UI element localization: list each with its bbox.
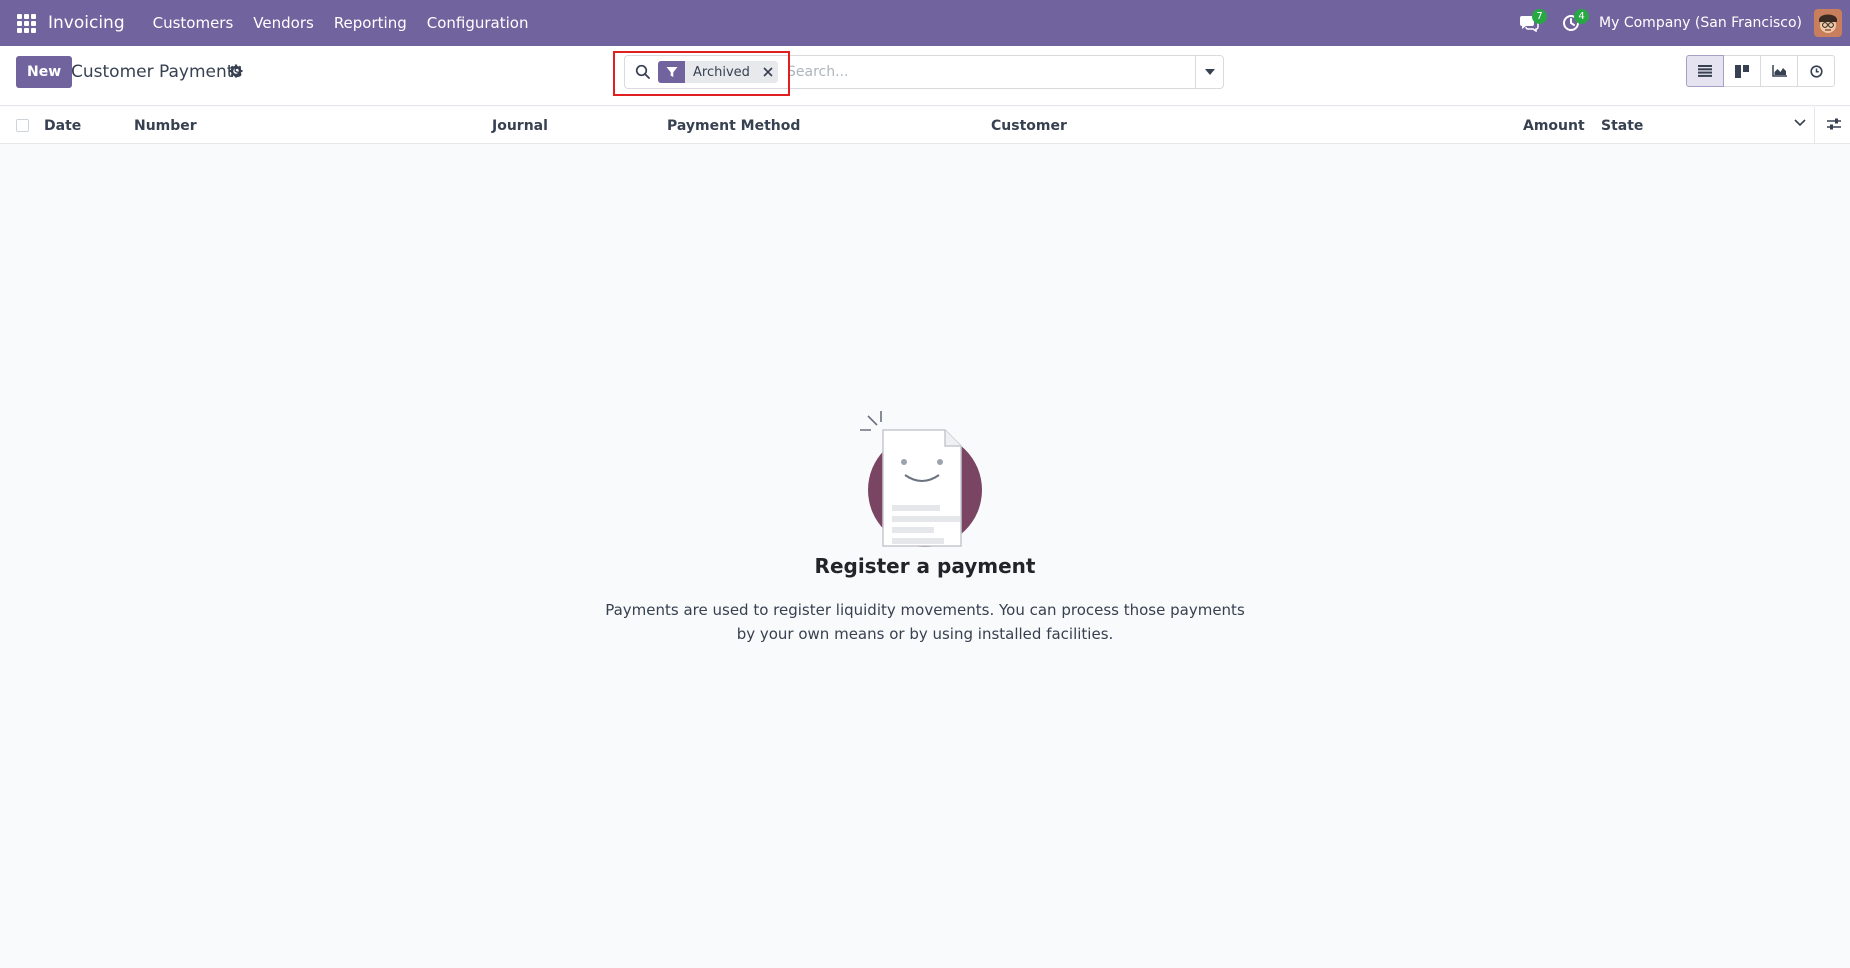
- kanban-view-button[interactable]: [1723, 55, 1761, 87]
- new-button[interactable]: New: [16, 56, 73, 88]
- messages-badge: 7: [1532, 9, 1548, 24]
- empty-state-text: Payments are used to register liquidity …: [600, 598, 1250, 646]
- area-chart-icon: [1771, 65, 1787, 77]
- clock-icon: [1809, 64, 1823, 78]
- app-name[interactable]: Invoicing: [48, 13, 125, 33]
- menu-configuration[interactable]: Configuration: [417, 14, 539, 32]
- company-switcher[interactable]: My Company (San Francisco): [1599, 15, 1802, 31]
- column-date[interactable]: Date: [44, 118, 81, 134]
- empty-payment-illustration: [860, 411, 982, 547]
- search-input[interactable]: [787, 61, 1197, 83]
- apps-menu-icon[interactable]: [17, 13, 37, 33]
- column-state[interactable]: State: [1601, 118, 1643, 134]
- avatar-icon: [1814, 9, 1842, 37]
- view-switcher: [1686, 55, 1835, 87]
- select-all-checkbox[interactable]: [16, 119, 29, 132]
- column-divider: [1814, 107, 1815, 144]
- list-header: Date Number Journal Payment Method Custo…: [0, 107, 1850, 144]
- empty-state-line-2: by your own means or by using installed …: [736, 625, 1114, 643]
- activity-view-button[interactable]: [1797, 55, 1835, 87]
- column-customer[interactable]: Customer: [991, 118, 1067, 134]
- facet-label: Archived: [693, 64, 750, 80]
- messages-button[interactable]: 7: [1515, 9, 1548, 37]
- column-payment-method[interactable]: Payment Method: [667, 118, 800, 134]
- column-journal[interactable]: Journal: [492, 118, 548, 134]
- menu-customers[interactable]: Customers: [143, 14, 244, 32]
- empty-state-line-1: Payments are used to register liquidity …: [605, 601, 1245, 619]
- column-number[interactable]: Number: [134, 118, 197, 134]
- search-icon[interactable]: [635, 64, 651, 80]
- menu-reporting[interactable]: Reporting: [324, 14, 417, 32]
- page-title: Customer Payments: [71, 62, 243, 82]
- caret-down-icon: [1204, 69, 1215, 75]
- list-icon: [1698, 65, 1712, 77]
- activities-badge: 4: [1574, 9, 1590, 24]
- list-view-button[interactable]: [1686, 55, 1724, 87]
- chevron-down-icon[interactable]: [1794, 119, 1806, 127]
- top-navbar: Invoicing Customers Vendors Reporting Co…: [0, 0, 1850, 46]
- filter-facet: Archived: [658, 61, 778, 83]
- control-panel: New Customer Payments Archived: [0, 46, 1850, 106]
- menu-vendors[interactable]: Vendors: [243, 14, 324, 32]
- user-avatar[interactable]: [1814, 9, 1842, 37]
- kanban-icon: [1735, 64, 1749, 78]
- search-options-toggle[interactable]: [1195, 56, 1223, 88]
- gear-icon[interactable]: [229, 64, 243, 78]
- optional-columns-icon[interactable]: [1826, 117, 1842, 131]
- column-amount[interactable]: Amount: [1523, 118, 1585, 134]
- filter-icon: [658, 61, 685, 83]
- empty-state-title: Register a payment: [814, 554, 1036, 578]
- search-bar: Archived: [624, 55, 1224, 89]
- activities-button[interactable]: 4: [1557, 9, 1590, 37]
- facet-remove-icon[interactable]: [758, 67, 778, 77]
- graph-view-button[interactable]: [1760, 55, 1798, 87]
